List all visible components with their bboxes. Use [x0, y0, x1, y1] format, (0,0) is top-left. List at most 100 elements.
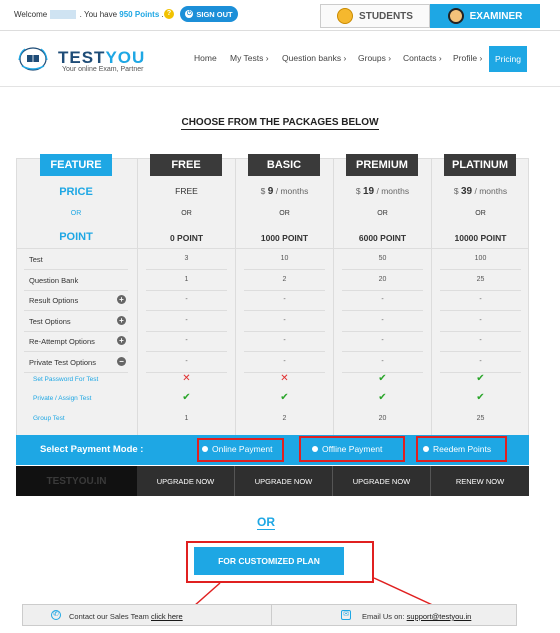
feature-cell: - [381, 358, 384, 365]
payment-option-redeem[interactable]: Reedem Points [423, 444, 491, 454]
price-label: PRICE [59, 186, 93, 198]
or-divider: OR [0, 515, 532, 530]
email-text: Email Us on: [362, 612, 405, 621]
plan-price-value: FREE [175, 186, 198, 196]
nav-question-banks[interactable]: Question banks › [282, 53, 346, 63]
feature-cell: - [185, 296, 188, 303]
phone-icon: ✆ [51, 610, 61, 620]
expand-plus-icon[interactable]: + [117, 316, 126, 325]
feature-header-label: FEATURE [50, 159, 102, 171]
contact-click-here-link[interactable]: click here [151, 612, 183, 621]
radio-button[interactable] [423, 446, 429, 452]
row-divider [146, 351, 227, 352]
plan-points: 10000 POINT [454, 233, 507, 243]
row-divider [146, 290, 227, 291]
payment-option-offline[interactable]: Offline Payment [312, 444, 382, 454]
payment-option-label: Reedem Points [433, 444, 492, 454]
plan-header-platinum: PLATINUM [444, 154, 516, 176]
nav-home[interactable]: Home [194, 53, 217, 63]
row-divider [342, 310, 423, 311]
plan-price-value: 19 [363, 186, 375, 197]
expand-plus-icon[interactable]: + [117, 295, 126, 304]
currency: $ [453, 186, 459, 196]
customized-plan-label: FOR CUSTOMIZED PLAN [218, 556, 320, 566]
points-count: 950 Points [119, 10, 160, 19]
tab-students[interactable]: STUDENTS [320, 4, 430, 28]
chevron-right-icon: › [265, 53, 269, 63]
plan-price-value: 39 [461, 186, 473, 197]
or-label: OR [279, 210, 290, 217]
logo-accent: YOU [105, 48, 146, 67]
row-divider [16, 248, 529, 249]
expand-plus-icon[interactable]: + [117, 336, 126, 345]
customized-plan-button[interactable]: FOR CUSTOMIZED PLAN [194, 547, 344, 575]
upgrade-premium-button[interactable]: UPGRADE NOW [333, 466, 431, 496]
plan-name: PLATINUM [451, 159, 508, 171]
row-divider [24, 372, 128, 373]
row-divider [24, 351, 128, 352]
nav-pricing[interactable]: Pricing [489, 46, 527, 72]
nav-groups-label: Groups [358, 53, 386, 63]
question-icon[interactable]: ? [164, 9, 174, 19]
nav-groups[interactable]: Groups › [358, 53, 391, 63]
globe-book-logo-icon [18, 47, 48, 71]
feature-cell: - [381, 317, 384, 324]
feature-row-label: Re-Attempt Options [29, 337, 95, 346]
row-divider [244, 351, 325, 352]
upgrade-free-button[interactable]: UPGRADE NOW [137, 466, 235, 496]
feature-cell: - [479, 296, 482, 303]
row-divider [146, 269, 227, 270]
feature-cell: 3 [184, 255, 189, 262]
page-title-text: CHOOSE FROM THE PACKAGES BELOW [181, 117, 379, 130]
chevron-right-icon: › [388, 53, 392, 63]
sign-out-label: SIGN OUT [196, 9, 233, 19]
divider [0, 86, 560, 87]
divider [271, 604, 272, 626]
row-divider [244, 310, 325, 311]
feature-cell: - [479, 317, 482, 324]
email-link[interactable]: support@testyou.in [407, 612, 472, 621]
feature-cell: - [381, 337, 384, 344]
collapse-minus-icon[interactable]: − [117, 357, 126, 366]
brand-logo[interactable]: TESTYOU [58, 48, 145, 68]
feature-row-label: Group Test [33, 415, 65, 422]
tab-examiner[interactable]: EXAMINER [430, 4, 540, 28]
student-avatar-icon [337, 8, 354, 24]
feature-cell: 10 [280, 255, 289, 262]
welcome-mid: . You have [79, 10, 118, 19]
feature-row-label: Test Options [29, 317, 71, 326]
row-divider [342, 269, 423, 270]
feature-cell: 25 [476, 276, 485, 283]
nav-contacts[interactable]: Contacts › [403, 53, 442, 63]
cross-icon: ✕ [182, 373, 191, 384]
or-label: OR [475, 210, 486, 217]
price-period: / months [474, 186, 508, 196]
sign-out-button[interactable]: ⏻ SIGN OUT [180, 6, 238, 22]
feature-row-label: Private Test Options [29, 358, 96, 367]
brand-tagline: Your online Exam, Partner [62, 66, 144, 73]
row-divider [440, 290, 521, 291]
feature-cell: 1 [184, 415, 189, 422]
radio-button[interactable] [312, 446, 318, 452]
radio-button[interactable] [202, 446, 208, 452]
feature-row-label: Test [29, 255, 43, 264]
contact-sales: Contact our Sales Team click here [69, 612, 183, 621]
nav-profile[interactable]: Profile › [453, 53, 482, 63]
plan-name: FREE [171, 159, 201, 171]
power-icon: ⏻ [185, 10, 194, 18]
check-icon: ✔ [476, 373, 485, 384]
upgrade-basic-button[interactable]: UPGRADE NOW [235, 466, 333, 496]
nav-profile-label: Profile [453, 53, 478, 63]
row-divider [342, 290, 423, 291]
payment-option-online[interactable]: Online Payment [202, 444, 272, 454]
feature-cell: 2 [282, 276, 287, 283]
chevron-right-icon: › [479, 53, 483, 63]
nav-my-tests[interactable]: My Tests › [230, 53, 269, 63]
payment-option-label: Offline Payment [322, 444, 383, 454]
welcome-prefix: Welcome [14, 10, 48, 19]
plan-price: $ 9 / months [236, 186, 333, 197]
plan-name: PREMIUM [356, 159, 408, 171]
button-label: RENEW NOW [455, 476, 505, 486]
payment-option-label: Online Payment [212, 444, 273, 454]
renew-platinum-button[interactable]: RENEW NOW [431, 466, 529, 496]
